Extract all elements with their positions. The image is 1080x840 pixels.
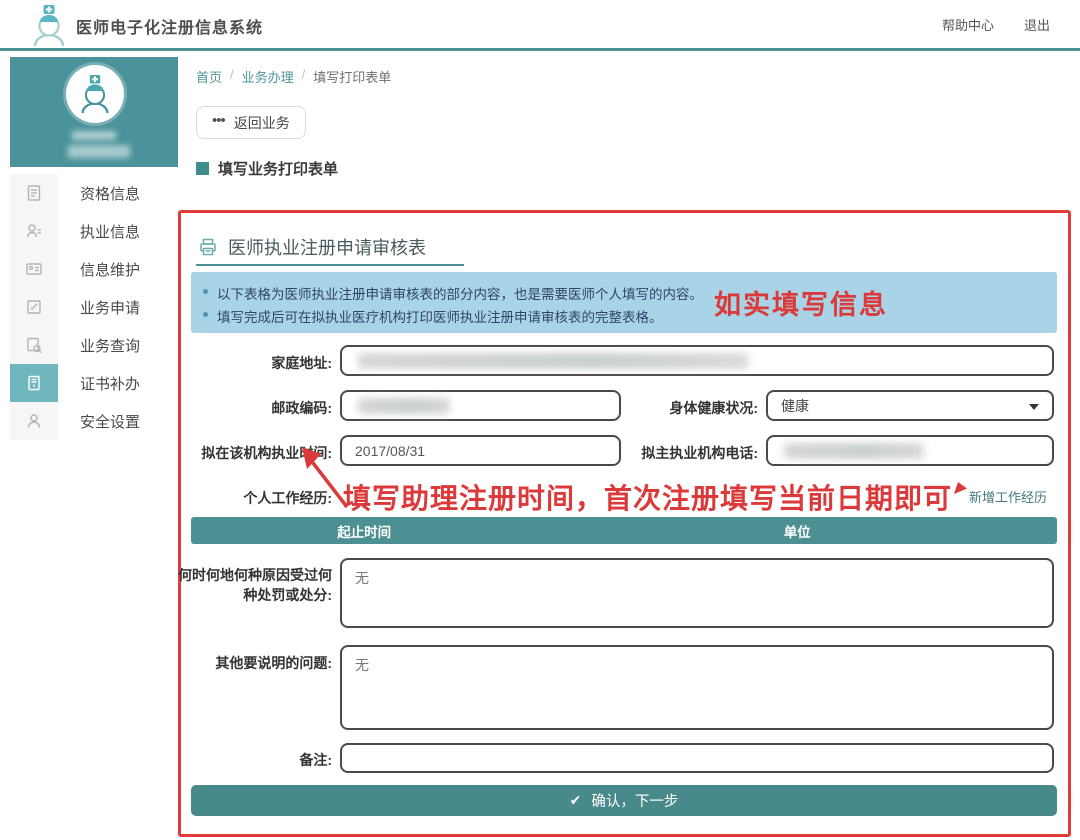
column-header-period: 起止时间 <box>191 521 537 541</box>
work-history-table-header: 起止时间 单位 <box>191 517 1057 544</box>
app-root: 医师电子化注册信息系统 帮助中心 退出 资格信息 执业信息 <box>0 0 1080 840</box>
avatar <box>66 65 124 123</box>
sidebar-menu: 资格信息 执业信息 信息维护 业务申请 业务查询 证书补办 安全设置 <box>10 174 178 440</box>
breadcrumb: 首页 / 业务办理 / 填写打印表单 <box>196 67 391 86</box>
app-header: 医师电子化注册信息系统 帮助中心 退出 <box>0 0 1080 48</box>
header-links: 帮助中心 退出 <box>942 15 1050 34</box>
annotation-date-hint: 填写助理注册时间，首次注册填写当前日期即可 <box>343 477 952 517</box>
chevron-down-icon <box>1029 404 1039 410</box>
sidebar-item-label: 安全设置 <box>58 411 140 432</box>
info-note: 以下表格为医师执业注册申请审核表的部分内容，也是需要医师个人填写的内容。 <box>217 283 703 303</box>
page-title: 填写业务打印表单 <box>196 158 338 179</box>
breadcrumb-home[interactable]: 首页 <box>196 67 222 86</box>
logout-link[interactable]: 退出 <box>1024 15 1050 34</box>
sidebar-item-practice-info[interactable]: 执业信息 <box>10 212 178 250</box>
breadcrumb-current: 填写打印表单 <box>313 67 391 86</box>
org-phone-label: 拟主执业机构电话: <box>615 443 758 463</box>
document-icon <box>25 184 43 202</box>
postal-code-input[interactable] <box>340 390 621 421</box>
annotation-arrow-icon <box>297 445 355 518</box>
other-notes-textarea[interactable]: 无 <box>340 645 1054 730</box>
sidebar-item-business-query[interactable]: 业务查询 <box>10 326 178 364</box>
punishment-textarea[interactable]: 无 <box>340 558 1054 628</box>
sidebar-item-label: 证书补办 <box>58 373 140 394</box>
ellipsis-icon: ••• <box>212 113 225 128</box>
practice-date-input[interactable] <box>340 435 621 466</box>
sidebar-item-certificate-reissue[interactable]: 证书补办 <box>10 364 178 402</box>
other-notes-label: 其他要说明的问题: <box>185 653 332 673</box>
info-note: 填写完成后可在拟执业医疗机构打印医师执业注册申请审核表的完整表格。 <box>217 306 663 326</box>
return-business-button[interactable]: ••• 返回业务 <box>196 106 306 139</box>
sidebar-item-label: 业务申请 <box>58 297 140 318</box>
redacted-value <box>358 353 748 369</box>
sidebar-item-security-settings[interactable]: 安全设置 <box>10 402 178 440</box>
form-title: 医师执业注册申请审核表 <box>228 234 426 260</box>
remark-label: 备注: <box>185 750 332 770</box>
annotation-arrow-tip-icon <box>954 482 968 500</box>
help-center-link[interactable]: 帮助中心 <box>942 15 994 34</box>
home-address-input[interactable] <box>340 345 1054 376</box>
bullet-icon <box>203 289 208 294</box>
redacted-value <box>358 398 450 414</box>
health-status-select[interactable]: 健康 <box>766 390 1054 421</box>
form-title-row: 医师执业注册申请审核表 <box>198 234 426 260</box>
bullet-icon <box>203 312 208 317</box>
header-divider <box>0 48 1080 51</box>
home-address-label: 家庭地址: <box>185 353 332 373</box>
confirm-next-button[interactable]: ✔ 确认，下一步 <box>191 785 1057 816</box>
user-icon <box>25 412 43 430</box>
annotation-fill-truthfully: 如实填写信息 <box>714 283 888 322</box>
breadcrumb-business[interactable]: 业务办理 <box>242 67 294 86</box>
breadcrumb-separator: / <box>230 67 234 86</box>
sidebar-item-label: 信息维护 <box>58 259 140 280</box>
user-id-redacted <box>68 145 130 158</box>
sidebar-item-business-application[interactable]: 业务申请 <box>10 288 178 326</box>
form-title-underline <box>196 264 464 266</box>
edit-form-icon <box>25 298 43 316</box>
user-name-redacted <box>72 131 116 140</box>
org-phone-input[interactable] <box>766 435 1054 466</box>
id-card-icon <box>25 260 43 278</box>
check-icon: ✔ <box>570 792 582 809</box>
sidebar-item-label: 执业信息 <box>58 221 140 242</box>
printer-icon <box>198 237 218 257</box>
app-logo-icon <box>28 3 70 47</box>
remark-input[interactable] <box>340 743 1054 773</box>
health-status-label: 身体健康状况: <box>610 398 758 418</box>
postal-code-label: 邮政编码: <box>185 398 332 418</box>
certificate-icon <box>25 374 43 392</box>
sidebar-item-info-maintenance[interactable]: 信息维护 <box>10 250 178 288</box>
sidebar-item-label: 资格信息 <box>58 183 140 204</box>
person-search-icon <box>25 222 43 240</box>
app-title: 医师电子化注册信息系统 <box>76 14 263 38</box>
redacted-value <box>784 443 924 459</box>
health-status-value: 健康 <box>781 396 809 416</box>
search-doc-icon <box>25 336 43 354</box>
sidebar-item-label: 业务查询 <box>58 335 140 356</box>
sidebar-item-qualification-info[interactable]: 资格信息 <box>10 174 178 212</box>
profile-panel <box>10 57 178 167</box>
info-box: 以下表格为医师执业注册申请审核表的部分内容，也是需要医师个人填写的内容。 填写完… <box>191 272 1057 333</box>
section-square-icon <box>196 162 209 175</box>
column-header-unit: 单位 <box>537 521 1057 541</box>
breadcrumb-separator: / <box>302 67 306 86</box>
punishment-label: 何时何地何种原因受过何种处罚或处分: <box>177 565 332 606</box>
add-work-history-link[interactable]: 新增工作经历 <box>969 487 1047 506</box>
